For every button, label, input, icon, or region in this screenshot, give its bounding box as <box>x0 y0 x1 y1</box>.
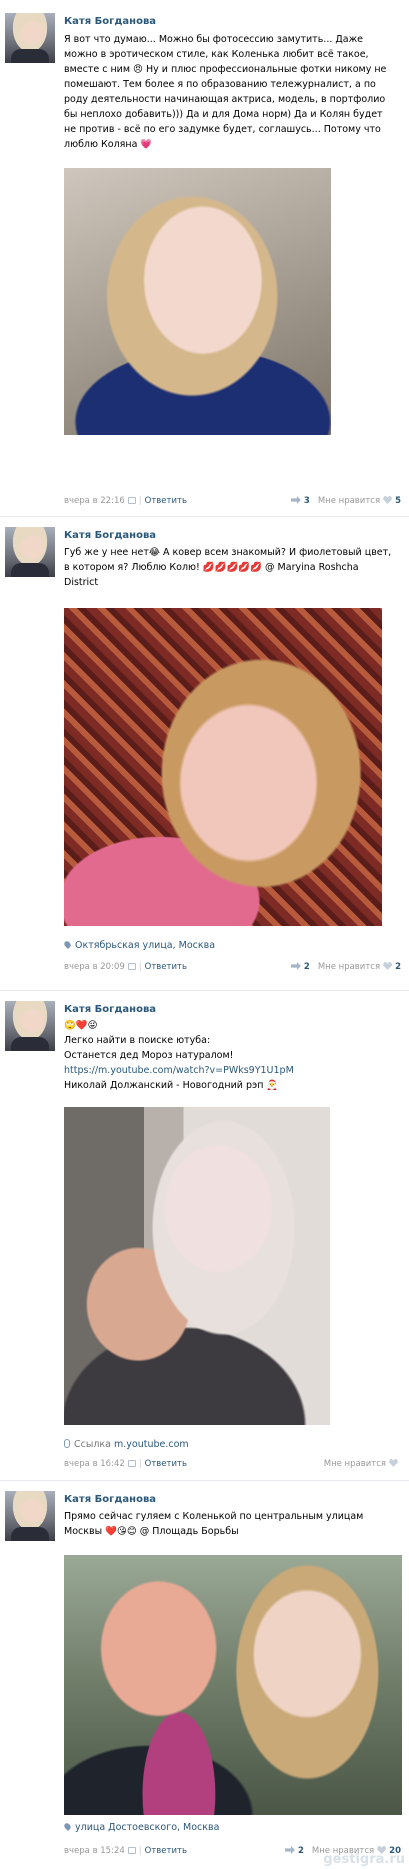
post-text: Я вот что думаю... Можно бы фотосессию з… <box>64 32 394 152</box>
post-photo[interactable] <box>64 1107 330 1425</box>
like-label[interactable]: Мне нравится <box>318 962 380 972</box>
author-name[interactable]: Катя Богданова <box>64 1004 156 1015</box>
camera-icon <box>127 963 136 970</box>
wall-post: Катя Богданова Прямо сейчас гуляем с Кол… <box>0 1480 409 1869</box>
location-text[interactable]: улица Достоевского, Москва <box>75 1822 219 1833</box>
author-name[interactable]: Катя Богданова <box>64 16 156 27</box>
post-photo[interactable] <box>64 168 331 435</box>
post-text-content: Губ же у нее нет😂 А ковер всем знакомый?… <box>64 547 395 588</box>
youtube-link[interactable]: https://m.youtube.com/watch?v=PWks9Y1U1p… <box>64 1063 394 1078</box>
paperclip-icon <box>64 1439 70 1448</box>
share-icon[interactable] <box>290 496 301 504</box>
location-pin-icon <box>62 1821 73 1832</box>
location-text[interactable]: Октябрьская улица, Москва <box>75 940 215 951</box>
post-location[interactable]: улица Достоевского, Москва <box>62 1821 219 1833</box>
reply-button[interactable]: Ответить <box>145 1459 187 1469</box>
text-line: Останется дед Мороз натуралом! <box>64 1050 234 1061</box>
like-count: 5 <box>395 496 401 506</box>
post-photo[interactable] <box>64 1555 402 1815</box>
camera-icon <box>127 1847 136 1854</box>
post-date[interactable]: вчера в 20:09 <box>64 962 125 972</box>
text-line: Легко найти в поиске ютуба: <box>64 1035 211 1046</box>
link-label: Ссылка <box>74 1439 111 1450</box>
avatar[interactable] <box>5 13 55 63</box>
post-text-content: Прямо сейчас гуляем с Коленькой по центр… <box>64 1511 367 1537</box>
post-location[interactable]: Октябрьская улица, Москва <box>62 939 215 951</box>
post-footer: вчера в 20:09 | Ответить 2 Мне нравится 2 <box>64 962 401 972</box>
heart-icon[interactable] <box>383 962 393 970</box>
text-line: Николай Должанский - Новогодний рэп 🎅 <box>64 1080 279 1091</box>
wall-post: Катя Богданова Губ же у нее нет😂 А ковер… <box>0 516 409 988</box>
post-text: 🙄❤️😜 Легко найти в поиске ютуба: Останет… <box>64 1018 394 1093</box>
avatar[interactable] <box>5 1001 55 1051</box>
share-count: 2 <box>303 962 310 972</box>
site-watermark: gestigra.ru <box>323 1852 405 1867</box>
post-footer: вчера в 22:16 | Ответить 3 Мне нравится 5 <box>64 496 401 510</box>
post-date-group: вчера в 22:16 | Ответить <box>64 496 187 506</box>
attached-link[interactable]: Ссылка m.youtube.com <box>64 1439 189 1450</box>
post-footer: вчера в 16:42 | Ответить Мне нравится <box>64 1459 401 1473</box>
reply-button[interactable]: Ответить <box>145 962 187 972</box>
author-name[interactable]: Катя Богданова <box>64 530 156 541</box>
post-text-content: Я вот что думаю... Можно бы фотосессию з… <box>64 34 390 150</box>
share-icon[interactable] <box>284 1846 295 1854</box>
share-count: 2 <box>297 1846 304 1856</box>
avatar[interactable] <box>5 527 55 577</box>
post-text: Губ же у нее нет😂 А ковер всем знакомый?… <box>64 545 394 590</box>
location-pin-icon <box>62 939 73 950</box>
post-date[interactable]: вчера в 15:24 <box>64 1846 125 1856</box>
wall-post: Катя Богданова 🙄❤️😜 Легко найти в поиске… <box>0 990 409 1478</box>
camera-icon <box>127 1460 136 1467</box>
share-count: 3 <box>303 496 310 506</box>
reply-button[interactable]: Ответить <box>145 496 187 506</box>
heart-icon[interactable] <box>389 1459 398 1467</box>
author-name[interactable]: Катя Богданова <box>64 1494 156 1505</box>
avatar[interactable] <box>5 1491 55 1541</box>
like-label[interactable]: Мне нравится <box>324 1459 386 1469</box>
wall-post: Катя Богданова Я вот что думаю... Можно … <box>0 0 409 506</box>
share-icon[interactable] <box>290 962 301 970</box>
post-text: Прямо сейчас гуляем с Коленькой по центр… <box>64 1509 394 1539</box>
heart-icon[interactable] <box>383 496 393 504</box>
emoji-line: 🙄❤️😜 <box>64 1020 98 1031</box>
link-host[interactable]: m.youtube.com <box>114 1439 189 1450</box>
like-count: 2 <box>395 962 401 972</box>
camera-icon <box>127 497 136 504</box>
post-date[interactable]: вчера в 22:16 <box>64 496 125 506</box>
post-date[interactable]: вчера в 16:42 <box>64 1459 125 1469</box>
like-label[interactable]: Мне нравится <box>318 496 380 506</box>
reply-button[interactable]: Ответить <box>145 1846 187 1856</box>
post-photo[interactable] <box>64 608 382 926</box>
